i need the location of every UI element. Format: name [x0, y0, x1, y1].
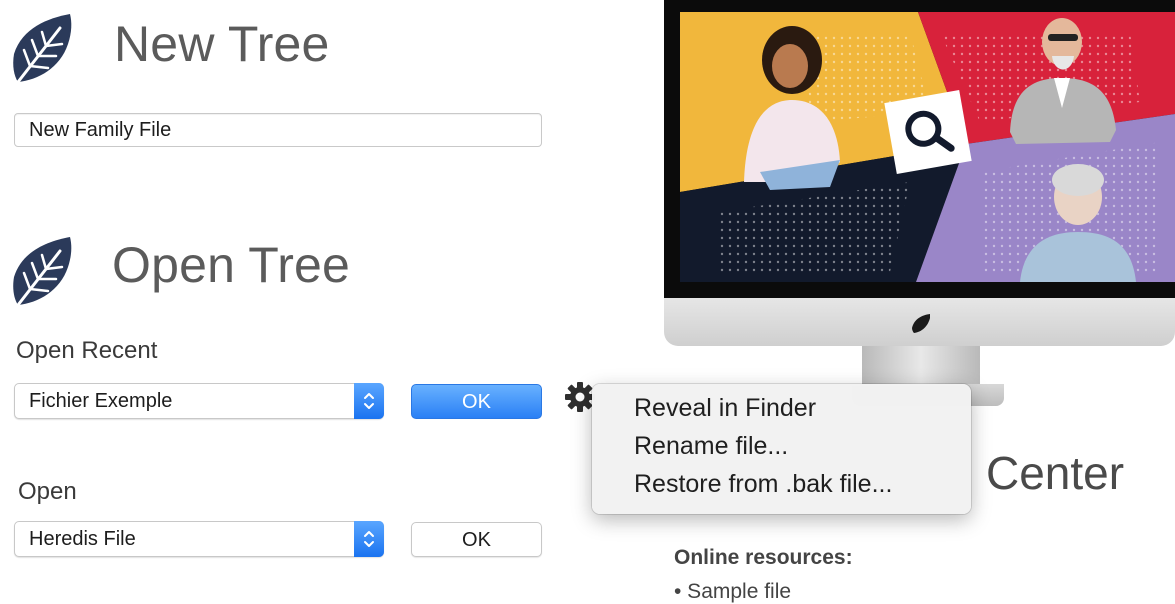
chevron-up-down-icon — [354, 383, 384, 419]
menu-item-reveal-in-finder[interactable]: Reveal in Finder — [634, 394, 816, 423]
new-tree-title: New Tree — [114, 16, 330, 72]
monitor-illustration — [662, 0, 1175, 410]
monitor-stand — [862, 346, 980, 386]
leaf-icon — [912, 314, 930, 333]
file-context-menu: Reveal in Finder Rename file... Restore … — [592, 384, 971, 514]
leaf-icon — [13, 14, 72, 84]
open-file-type-selected-value: Heredis File — [29, 528, 136, 550]
open-tree-title: Open Tree — [112, 237, 351, 293]
menu-item-restore-from-bak[interactable]: Restore from .bak file... — [634, 470, 892, 499]
open-recent-select[interactable]: Fichier Exemple — [14, 383, 384, 419]
open-file-type-select[interactable]: Heredis File — [14, 521, 384, 557]
center-heading: Center — [986, 447, 1125, 499]
menu-item-rename-file[interactable]: Rename file... — [634, 432, 788, 461]
open-ok-button[interactable]: OK — [411, 522, 542, 557]
online-resources-title: Online resources: — [674, 546, 853, 569]
new-family-file-input[interactable] — [14, 113, 542, 147]
open-label: Open — [18, 478, 77, 505]
sample-file-link[interactable]: • Sample file — [674, 580, 791, 604]
open-recent-ok-button[interactable]: OK — [411, 384, 542, 419]
open-recent-label: Open Recent — [16, 337, 158, 364]
chevron-up-down-icon — [354, 521, 384, 557]
screen-artwork — [680, 12, 1175, 282]
leaf-icon — [13, 237, 72, 307]
open-recent-selected-value: Fichier Exemple — [29, 390, 173, 412]
